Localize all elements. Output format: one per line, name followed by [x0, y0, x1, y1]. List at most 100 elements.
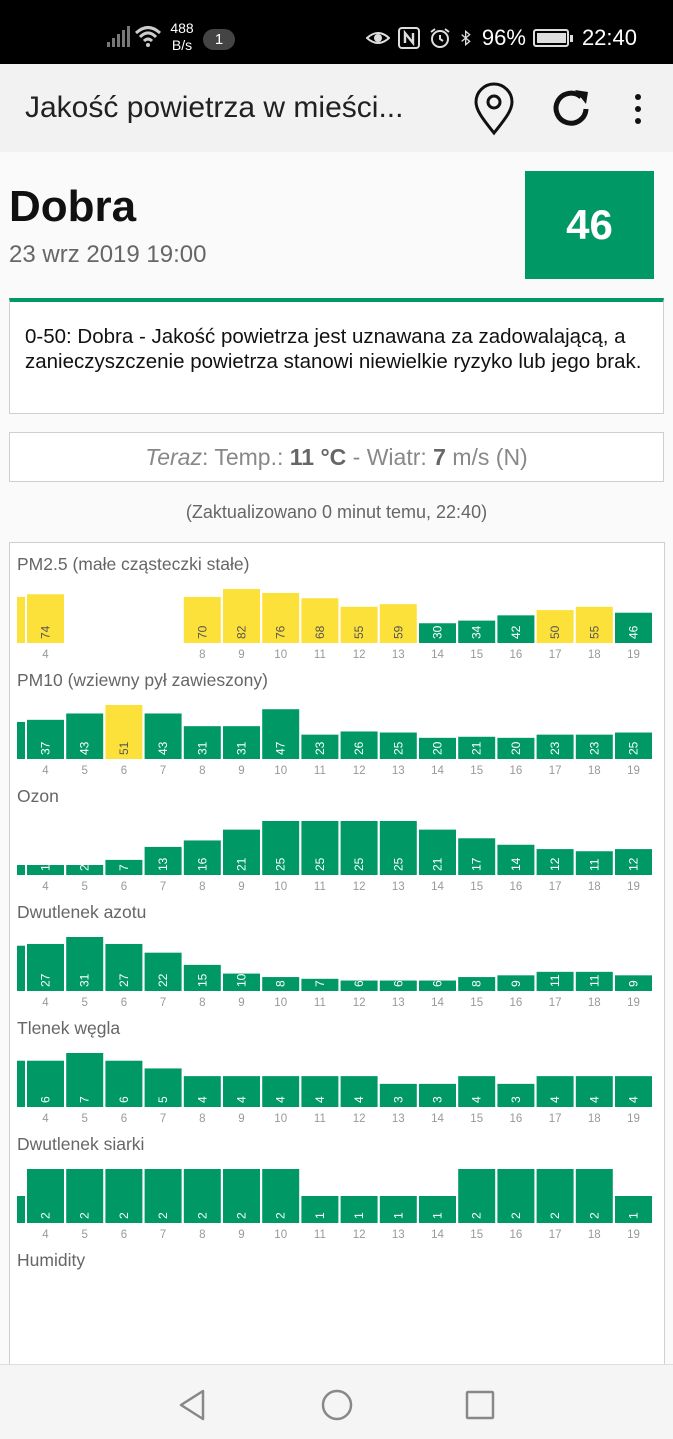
- chart-tick-label: 10: [274, 997, 287, 1009]
- chart-bar-value: 31: [235, 741, 249, 755]
- chart-tick-label: 8: [199, 997, 205, 1009]
- chart-title: PM2.5 (małe cząsteczki stałe): [17, 554, 250, 574]
- chart-tick-label: 13: [392, 649, 405, 661]
- refresh-icon[interactable]: [548, 86, 594, 132]
- chart-tick-label: 11: [314, 997, 326, 1009]
- location-pin-icon[interactable]: [472, 82, 516, 136]
- chart-tick-label: 13: [392, 881, 405, 893]
- chart-tick-label: 18: [588, 1113, 601, 1125]
- chart-bar-value: 6: [431, 980, 445, 987]
- chart-tick-label: 16: [510, 881, 523, 893]
- chart-bar-value: 21: [235, 857, 249, 871]
- pollutant-charts-panel[interactable]: PM2.5 (małe cząsteczki stałe) 74 4 70 8 82 9 76…: [9, 542, 665, 1372]
- chart-bar-value: 2: [78, 864, 92, 871]
- chart-bar-value: 34: [470, 625, 484, 639]
- chart-bar-value: 31: [195, 741, 209, 755]
- chart-tick-label: 8: [199, 1229, 205, 1241]
- chart-tick-label: 12: [353, 1229, 366, 1241]
- chart-tick-label: 15: [470, 997, 483, 1009]
- chart-tick-label: 11: [314, 1113, 326, 1125]
- chart-bar-value: 11: [587, 974, 601, 987]
- chart-tick-label: 6: [121, 881, 127, 893]
- chart-tick-label: 7: [160, 1113, 166, 1125]
- chart-bar-value: 43: [78, 741, 92, 755]
- chart-bar-value: 7: [117, 864, 131, 871]
- chart-title: Dwutlenek azotu: [17, 902, 147, 922]
- chart-tick-label: 15: [470, 765, 483, 777]
- chart-tick-label: 9: [238, 765, 244, 777]
- chart-tick-label: 9: [238, 1229, 244, 1241]
- chart-bar-value: 6: [352, 980, 366, 987]
- chart-title: Humidity: [17, 1250, 86, 1270]
- notification-count-badge: 1: [203, 29, 235, 50]
- chart-tick-label: 5: [81, 997, 87, 1009]
- chart-tick-label: 13: [392, 997, 405, 1009]
- clock: 22:40: [581, 25, 637, 50]
- chart-tick-label: 18: [588, 649, 601, 661]
- chart-tick-label: 10: [274, 649, 287, 661]
- chart-bar-value: 1: [431, 1212, 445, 1219]
- chart-tick-label: 10: [274, 881, 287, 893]
- chart-bar-value: 23: [313, 741, 327, 755]
- chart-tick-label: 4: [42, 881, 49, 893]
- chart-tick-label: 14: [431, 881, 444, 893]
- chart-tick-label: 7: [160, 881, 166, 893]
- chart-tick-label: 6: [121, 1229, 127, 1241]
- chart-bar-value: 1: [391, 1212, 405, 1219]
- chart-bar-value: 59: [391, 625, 405, 639]
- chart-bar-value: 7: [78, 1096, 92, 1103]
- chart-bar-value: 3: [431, 1096, 445, 1103]
- chart-tick-label: 8: [199, 649, 205, 661]
- chart-bar-value: 55: [352, 625, 366, 639]
- chart-bar-value: 1: [313, 1212, 327, 1219]
- pollutant-bar-chart: 27 4 31 5 27 6 22 7 15 8 10 9 8 10 7 11 6 12 6 13 6 14 8 15 9 16 1…: [17, 937, 652, 1009]
- chart-bar-value: 25: [274, 857, 288, 871]
- app-bar: Jakość powietrza w mieści...: [0, 64, 673, 152]
- pollutant-bar-chart: 1425761371682192510251125122513211417151…: [17, 821, 652, 893]
- aqi-description-card: 0-50: Dobra - Jakość powietrza jest uzna…: [9, 298, 664, 414]
- chart-bar-value: 9: [509, 980, 523, 987]
- chart-bar-value: 4: [548, 1096, 562, 1103]
- now-prefix: Teraz: [145, 444, 202, 470]
- chart-bar-value: 17: [470, 857, 484, 871]
- chart-bar-value: 25: [391, 741, 405, 755]
- chart-tick-label: 7: [160, 997, 166, 1009]
- recent-apps-icon[interactable]: [462, 1387, 498, 1423]
- chart-bar-value: 1: [627, 1212, 641, 1219]
- chart-tick-label: 16: [510, 765, 523, 777]
- chart-tick-label: 14: [431, 1229, 444, 1241]
- pollutant-bar-chart: 37 4 43 5 51 6 43 7 31 8 31 9 47 10 23 11 26 12 25 13 20 14 21…: [17, 705, 652, 777]
- chart-tick-label: 16: [510, 997, 523, 1009]
- back-icon[interactable]: [175, 1387, 211, 1423]
- more-options-icon[interactable]: [626, 92, 650, 126]
- chart-tick-label: 5: [81, 1113, 87, 1125]
- home-icon[interactable]: [319, 1387, 355, 1423]
- chart-tick-label: 19: [627, 1113, 640, 1125]
- chart-tick-label: 17: [549, 649, 562, 661]
- pollutant-bar-chart: 74 4 70 8 82 9 76 10 68 11 55 12 59 13 30 14 34 15 42 16 50 1…: [17, 589, 652, 661]
- chart-bar-value: 2: [235, 1212, 249, 1219]
- chart-tick-label: 17: [549, 1229, 562, 1241]
- chart-bar-value: 4: [352, 1096, 366, 1103]
- chart-tick-label: 9: [238, 649, 244, 661]
- chart-bar-value: 27: [117, 973, 131, 987]
- chart-bar-value: 4: [313, 1096, 327, 1103]
- aqi-description-text: 0-50: Dobra - Jakość powietrza jest uzna…: [25, 325, 642, 373]
- chart-bar-value: 6: [39, 1096, 53, 1103]
- chart-tick-label: 17: [549, 1113, 562, 1125]
- chart-bar-value: 2: [39, 1212, 53, 1219]
- aqi-category-label: Dobra: [9, 182, 137, 231]
- chart-tick-label: 10: [274, 765, 287, 777]
- chart-bar-value: 11: [587, 858, 601, 871]
- chart-bar-value: 8: [274, 980, 288, 987]
- chart-tick-label: 18: [588, 997, 601, 1009]
- chart-tick-label: 16: [510, 1113, 523, 1125]
- chart-tick-label: 13: [392, 765, 405, 777]
- chart-bar-value: 1: [352, 1212, 366, 1219]
- chart-tick-label: 16: [510, 649, 523, 661]
- chart-bar-value: 2: [195, 1212, 209, 1219]
- current-weather-card: Teraz: Temp.: 11 °C - Wiatr: 7 m/s (N): [9, 432, 664, 482]
- wifi-icon: [134, 26, 162, 47]
- chart-tick-label: 16: [510, 1229, 523, 1241]
- chart-bar-value: 74: [39, 625, 53, 639]
